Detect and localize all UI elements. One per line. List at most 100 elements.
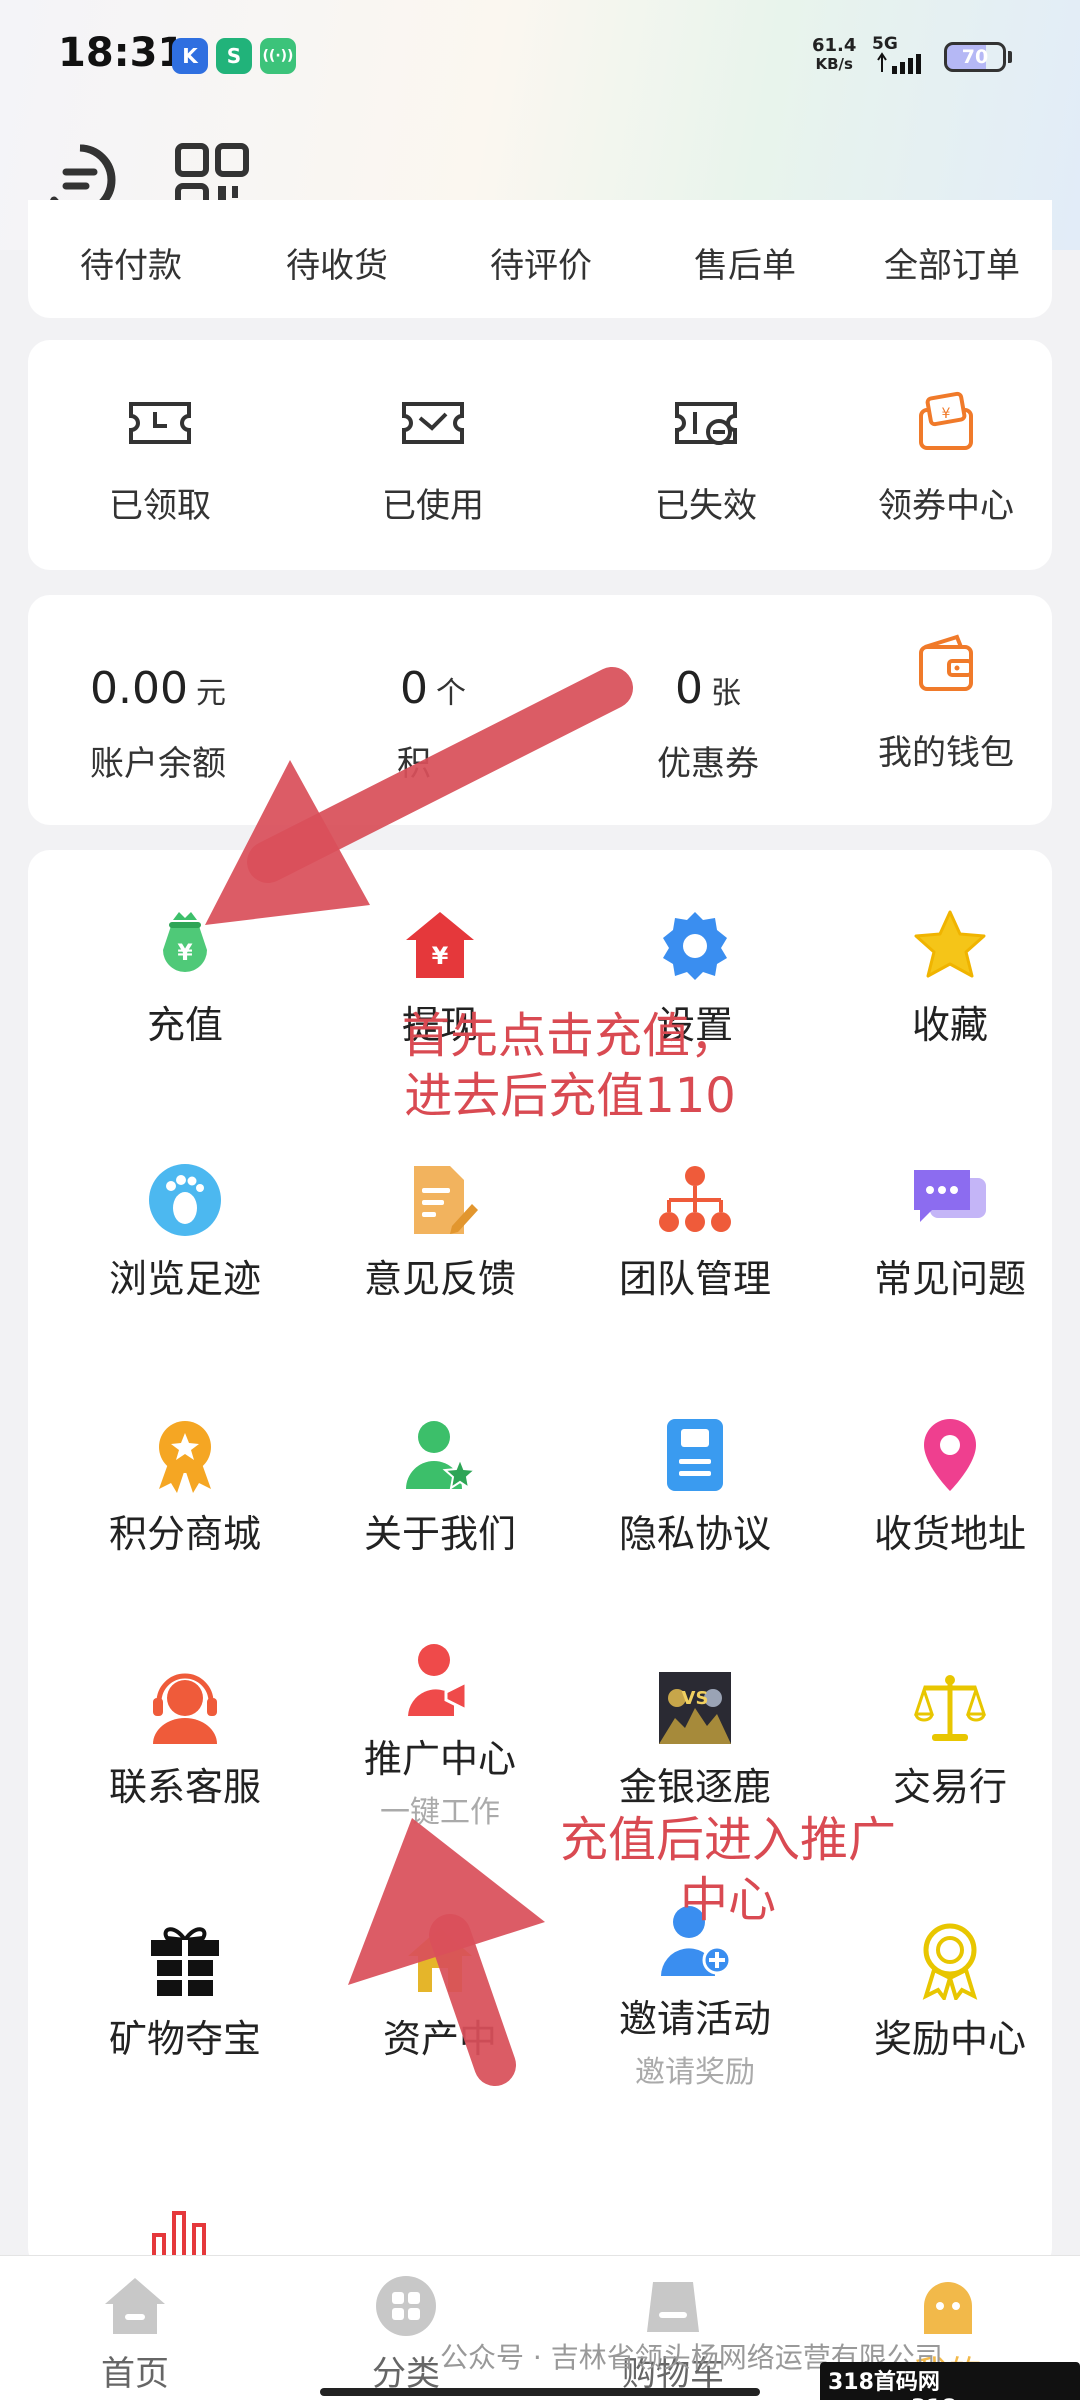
- menu-team[interactable]: 团队管理: [570, 1160, 820, 1303]
- gift-box-icon: [151, 1927, 219, 1996]
- svg-text:¥: ¥: [432, 942, 449, 970]
- menu-favorites[interactable]: 收藏: [825, 906, 1075, 1049]
- menu-mineral-treasure[interactable]: 矿物夺宝: [60, 1920, 310, 2063]
- menu-promotion-center[interactable]: 推广中心 一键工作: [315, 1640, 565, 1831]
- account-balance[interactable]: 0.00 元 账户余额: [68, 663, 248, 785]
- document-icon: [667, 1419, 723, 1491]
- leaf-app-icon: S: [216, 38, 252, 74]
- coupons-unit: 张: [711, 676, 741, 711]
- order-tab-all[interactable]: 全部订单: [884, 238, 1020, 287]
- menu-privacy-label: 隐私协议: [618, 1512, 771, 1556]
- points-value: 0: [400, 663, 428, 714]
- menu-about[interactable]: 关于我们: [315, 1415, 565, 1558]
- order-tab-pending-review[interactable]: 待评价: [490, 238, 592, 287]
- chat-bubble-icon: [914, 1170, 986, 1222]
- site-badge: 318首码网 www.e318.com: [820, 2362, 1080, 2400]
- menu-feedback[interactable]: 意见反馈: [315, 1160, 565, 1303]
- menu-history[interactable]: 浏览足迹: [60, 1160, 310, 1303]
- nav-cart[interactable]: 购物车: [573, 2274, 773, 2395]
- net-speed: 61.4 KB/s: [812, 36, 856, 74]
- menu-gold-silver-label: 金银逐鹿: [618, 1765, 771, 1809]
- menu-points-mall-label: 积分商城: [108, 1512, 261, 1556]
- menu-feedback-label: 意见反馈: [363, 1257, 516, 1301]
- menu-recharge-label: 充值: [146, 1003, 223, 1047]
- coupon-expired[interactable]: 已失效: [626, 388, 786, 527]
- feedback-icon: [414, 1166, 478, 1234]
- wallet-card: 0.00 元 账户余额 0个 积 0张 优惠券 我的钱包: [28, 595, 1052, 825]
- user-star-icon: [406, 1421, 478, 1491]
- coupon-center-icon: ¥: [919, 391, 973, 450]
- vs-game-icon: VS: [659, 1672, 731, 1744]
- gear-icon: [663, 912, 727, 980]
- menu-points-mall[interactable]: 积分商城: [60, 1415, 310, 1558]
- order-tab-after-sales[interactable]: 售后单: [694, 238, 796, 287]
- svg-text:¥: ¥: [942, 406, 951, 422]
- menu-team-label: 团队管理: [618, 1257, 771, 1301]
- menu-trading[interactable]: 交易行: [825, 1668, 1075, 1811]
- menu-customer-service[interactable]: 联系客服: [60, 1668, 310, 1811]
- wallet-icon: [919, 634, 973, 691]
- coupon-card: 已领取 已使用 已失效 ¥ 领券中心: [28, 340, 1052, 570]
- ticket-check-icon: [402, 402, 464, 444]
- ticket-minus-icon: [675, 402, 737, 445]
- order-tab-pending-receipt[interactable]: 待收货: [286, 238, 388, 287]
- menu-history-label: 浏览足迹: [108, 1257, 261, 1301]
- nav-home-label: 首页: [101, 2354, 169, 2394]
- home-indicator[interactable]: [320, 2388, 760, 2396]
- menu-mineral-treasure-label: 矿物夺宝: [108, 2017, 261, 2061]
- battery-level: 70: [961, 46, 989, 68]
- coupons-count[interactable]: 0张 优惠券: [628, 663, 788, 785]
- svg-text:¥: ¥: [177, 941, 193, 966]
- nav-home[interactable]: 首页: [35, 2274, 235, 2395]
- category-icon: [376, 2276, 436, 2336]
- menu-customer-service-label: 联系客服: [108, 1765, 261, 1809]
- net-speed-unit: KB/s: [815, 55, 853, 73]
- menu-rewards[interactable]: 奖励中心: [825, 1920, 1075, 2063]
- k-app-icon: K: [172, 38, 208, 74]
- coupons-value: 0: [675, 663, 703, 714]
- points[interactable]: 0个 积: [363, 663, 503, 785]
- balance-label: 账户余额: [90, 744, 226, 784]
- balance-unit: 元: [195, 676, 226, 711]
- scale-icon: [913, 1675, 987, 1741]
- headset-icon: [153, 1673, 217, 1744]
- menu-privacy[interactable]: 隐私协议: [570, 1415, 820, 1558]
- coupon-used-label: 已使用: [382, 486, 484, 526]
- annotation-first-text: 首先点击充值， 进去后充值110: [401, 1008, 738, 1124]
- order-tabs-card: 待付款 待收货 待评价 售后单 全部订单: [28, 200, 1052, 318]
- menu-recharge[interactable]: ¥ 充值: [60, 906, 310, 1049]
- footprint-icon: [149, 1164, 221, 1236]
- status-bar: 18:31 K S ((·)) 61.4 KB/s 5G 70: [0, 0, 1080, 110]
- points-label: 积: [397, 744, 431, 784]
- status-time: 18:31: [58, 30, 186, 76]
- network-type: 5G: [872, 34, 898, 54]
- withdraw-house-icon: ¥: [406, 912, 474, 978]
- wallet-label: 我的钱包: [878, 733, 1014, 773]
- menu-address[interactable]: 收货地址: [825, 1415, 1075, 1558]
- money-bag-icon: ¥: [163, 912, 207, 972]
- menu-address-label: 收货地址: [873, 1512, 1026, 1556]
- menu-assets[interactable]: 资产中: [315, 1920, 565, 2063]
- points-unit: 个: [436, 676, 466, 711]
- battery-tip: [1008, 51, 1012, 63]
- my-wallet[interactable]: 我的钱包: [866, 631, 1026, 774]
- megaphone-person-icon: [408, 1644, 468, 1716]
- star-icon: [914, 910, 986, 978]
- menu-assets-label: 资产中: [382, 2017, 497, 2061]
- annotation-second: 充值后进入推广 中心: [528, 1810, 928, 1930]
- home-icon: [105, 2278, 165, 2334]
- menu-invite-sub: 邀请奖励: [635, 2055, 755, 2090]
- coupons-label: 优惠券: [657, 744, 759, 784]
- battery-icon: 70: [944, 42, 1006, 72]
- menu-gold-silver[interactable]: VS 金银逐鹿: [570, 1668, 820, 1811]
- menu-rewards-label: 奖励中心: [873, 2017, 1026, 2061]
- ticket-clock-icon: [129, 402, 191, 444]
- net-speed-value: 61.4: [812, 35, 857, 56]
- coupon-center[interactable]: ¥ 领券中心: [866, 388, 1026, 527]
- menu-faq[interactable]: 常见问题: [825, 1160, 1075, 1303]
- nav-category[interactable]: 分类: [306, 2274, 506, 2395]
- balance-value: 0.00: [90, 663, 188, 714]
- coupon-used[interactable]: 已使用: [353, 388, 513, 527]
- coupon-claimed[interactable]: 已领取: [80, 388, 240, 527]
- order-tab-pending-payment[interactable]: 待付款: [80, 238, 182, 287]
